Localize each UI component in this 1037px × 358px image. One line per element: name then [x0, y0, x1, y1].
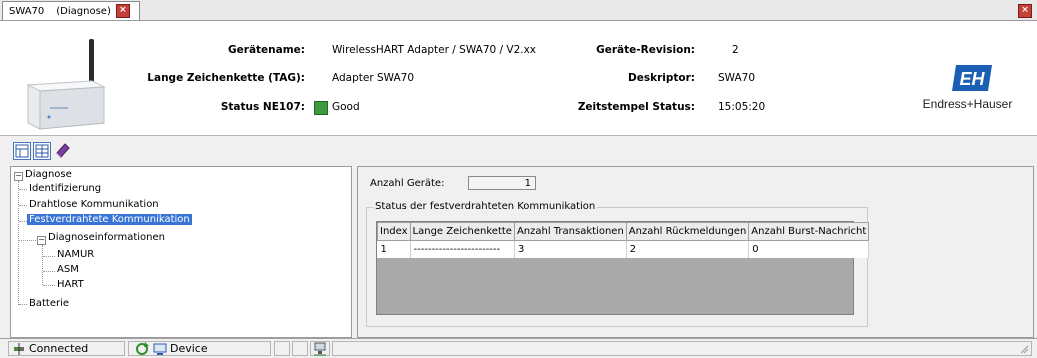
- connected-label: Connected: [29, 342, 89, 355]
- device-header: Gerätename: WirelessHART Adapter / SWA70…: [0, 21, 1037, 136]
- value-status-timestamp: 15:05:20: [718, 101, 766, 113]
- value-device-name: WirelessHART Adapter / SWA70 / V2.xx: [332, 44, 537, 56]
- communication-status-table: Index Lange Zeichenkette Anzahl Transakt…: [376, 221, 870, 315]
- value-descriptor: SWA70: [718, 72, 756, 84]
- navigation-tree: − Diagnose Identifizierung Drahtlose Kom…: [10, 166, 352, 338]
- column-header-index[interactable]: Index: [377, 222, 411, 241]
- status-good-icon: [314, 101, 328, 115]
- tab-swa70-diagnose[interactable]: SWA70 (Diagnose) ×: [2, 1, 140, 20]
- status-bar: Connected Device: [0, 338, 1037, 358]
- svg-text:EH: EH: [959, 69, 985, 89]
- cell-transactions: 3: [514, 240, 627, 258]
- label-long-tag: Lange Zeichenkette (TAG):: [147, 72, 305, 84]
- layout-icon[interactable]: [13, 142, 31, 160]
- group-title: Status der festverdrahteten Kommunikatio…: [373, 201, 598, 212]
- device-label: Device: [170, 342, 208, 355]
- tree-node-festverdrahtete-kommunikation[interactable]: Festverdrahtete Kommunikation: [27, 214, 192, 225]
- endress-hauser-logo-icon: EH: [952, 65, 992, 91]
- cell-burst-messages: 0: [748, 240, 870, 258]
- status-cell-message: [332, 341, 1032, 356]
- network-status: [310, 341, 330, 356]
- device-status: Device: [128, 341, 271, 356]
- tab-device-label: SWA70: [9, 5, 45, 17]
- cell-index: 1: [377, 240, 411, 258]
- tree-node-identifizierung[interactable]: Identifizierung: [29, 183, 101, 194]
- status-cell-empty-2: [292, 341, 308, 356]
- tree-node-drahtlose-kommunikation[interactable]: Drahtlose Kommunikation: [29, 199, 159, 210]
- column-header-responses[interactable]: Anzahl Rückmeldungen: [625, 222, 750, 241]
- value-status-ne107: Good: [332, 101, 360, 113]
- book-icon[interactable]: [54, 141, 72, 159]
- tab-close-icon[interactable]: ×: [115, 4, 130, 18]
- device-image-icon: [26, 39, 106, 130]
- tab-view-label: (Diagnose): [56, 5, 111, 17]
- column-header-long-tag[interactable]: Lange Zeichenkette: [409, 222, 515, 241]
- table-header-row: Index Lange Zeichenkette Anzahl Transakt…: [377, 222, 870, 241]
- tab-strip: SWA70 (Diagnose) × ×: [0, 0, 1037, 21]
- collapse-diagnose-icon[interactable]: −: [14, 172, 23, 181]
- tree-node-diagnose[interactable]: Diagnose: [25, 169, 72, 180]
- column-header-transactions[interactable]: Anzahl Transaktionen: [513, 222, 627, 241]
- tree-node-asm[interactable]: ASM: [57, 264, 79, 275]
- connected-icon: [14, 342, 24, 355]
- cell-responses: 2: [626, 240, 750, 258]
- tree-node-namur[interactable]: NAMUR: [57, 249, 94, 260]
- resize-grip-icon[interactable]: [1019, 344, 1029, 354]
- table-view-icon[interactable]: [33, 142, 51, 160]
- toolbar: [0, 136, 1037, 164]
- collapse-diagnoseinformationen-icon[interactable]: −: [37, 236, 46, 245]
- column-header-burst-messages[interactable]: Anzahl Burst-Nachricht: [748, 222, 870, 241]
- value-device-revision: 2: [732, 44, 739, 56]
- value-long-tag: Adapter SWA70: [332, 72, 415, 84]
- network-icon: [314, 342, 326, 355]
- label-device-revision: Geräte-Revision:: [596, 44, 695, 56]
- label-descriptor: Deskriptor:: [628, 72, 695, 84]
- cell-long-tag: ------------------------: [410, 240, 515, 258]
- device-count-field: 1: [468, 176, 536, 190]
- label-device-name: Gerätename:: [228, 44, 305, 56]
- status-cell-empty-1: [274, 341, 290, 356]
- brand-name: Endress+Hauser: [922, 97, 1013, 111]
- connection-status: Connected: [8, 341, 125, 356]
- label-status-ne107: Status NE107:: [220, 101, 305, 113]
- tree-node-hart[interactable]: HART: [57, 279, 84, 290]
- content-panel: Anzahl Geräte: 1 Status der festverdraht…: [357, 166, 1034, 338]
- tree-node-diagnoseinformationen[interactable]: Diagnoseinformationen: [48, 232, 165, 243]
- label-status-timestamp: Zeitstempel Status:: [577, 101, 695, 113]
- device-icon: [153, 343, 167, 355]
- table-row[interactable]: 1 ------------------------ 3 2 0: [377, 240, 870, 258]
- refresh-icon[interactable]: [135, 341, 149, 356]
- window-close-icon[interactable]: ×: [1018, 4, 1032, 18]
- tree-node-batterie[interactable]: Batterie: [29, 298, 69, 309]
- device-count-label: Anzahl Geräte:: [370, 178, 445, 189]
